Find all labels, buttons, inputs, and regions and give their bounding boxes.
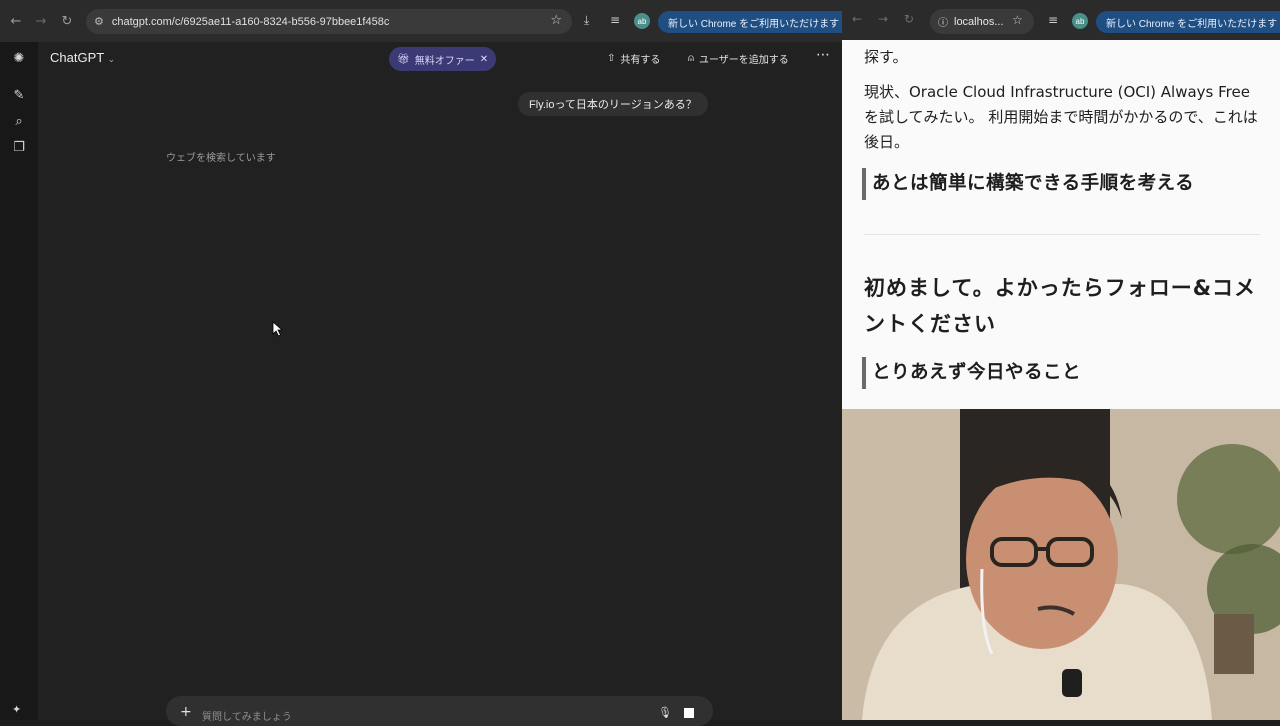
back-icon[interactable]: ← (3, 8, 29, 34)
site-settings-icon[interactable]: ⚙ (94, 15, 104, 28)
gift-icon: 🎁︎ (397, 53, 410, 65)
article-title: 初めまして。よかったらフォロー&コメントください (864, 276, 1257, 336)
share-icon: ⇧ (607, 53, 616, 64)
chrome-update-button[interactable]: 新しい Chrome をご利用いただけます ⋮ (1096, 11, 1280, 33)
bookmark-star-icon[interactable]: ☆ (1012, 13, 1023, 27)
chevron-down-icon: ⌄ (107, 54, 116, 64)
url-text-right: localhos... (954, 15, 1004, 28)
url-text: chatgpt.com/c/6925ae11-a160-8324-b556-97… (111, 15, 390, 28)
new-chat-icon[interactable]: ✎ (10, 86, 28, 104)
paragraph-fragment: 探す。 (864, 48, 908, 66)
divider (864, 234, 1260, 235)
download-icon[interactable]: ⤓ (584, 13, 589, 28)
blog-content: 探す。 現状、Oracle Cloud Infrastructure (OCI)… (842, 40, 1280, 409)
composer-input[interactable]: 質問してみましょう (202, 708, 292, 723)
add-user-button[interactable]: ⍝ ユーザーを追加する (688, 51, 789, 66)
openai-logo-icon[interactable]: ✺ (10, 49, 28, 67)
profile-avatar[interactable]: ab (1072, 13, 1088, 29)
tab-search-icon[interactable]: ≡ (610, 13, 620, 27)
bookmark-star-icon[interactable]: ☆ (550, 13, 562, 28)
paragraph-oci: 現状、Oracle Cloud Infrastructure (OCI) Alw… (864, 83, 1258, 151)
mouse-cursor-icon (272, 321, 284, 337)
chrome-update-button[interactable]: 新しい Chrome をご利用いただけます ⋮ (658, 11, 866, 33)
library-icon[interactable]: ❐ (10, 138, 28, 156)
webcam-overlay (842, 409, 1280, 720)
address-bar[interactable]: ⚙ chatgpt.com/c/6925ae11-a160-8324-b556-… (86, 9, 572, 34)
add-user-label: ユーザーを追加する (699, 55, 789, 66)
chrome-update-label: 新しい Chrome をご利用いただけます (668, 18, 840, 30)
section-heading: あとは簡単に構築できる手順を考える (862, 168, 1194, 200)
share-button[interactable]: ⇧ 共有する (607, 51, 660, 66)
browser-toolbar: ← → ↻ ⚙ chatgpt.com/c/6925ae11-a160-8324… (0, 0, 866, 42)
chrome-update-label: 新しい Chrome をご利用いただけます (1106, 18, 1278, 30)
close-icon[interactable]: ✕ (480, 54, 488, 65)
reload-icon[interactable]: ↻ (54, 8, 80, 34)
plus-icon[interactable]: + (180, 704, 192, 720)
message-composer[interactable]: + 質問してみましょう 🎙︎ (166, 696, 713, 726)
model-selector-label: ChatGPT (50, 50, 104, 65)
chatgpt-window: ← → ↻ ⚙ chatgpt.com/c/6925ae11-a160-8324… (0, 0, 866, 726)
reload-icon[interactable]: ↻ (904, 12, 914, 26)
microphone-icon[interactable]: 🎙︎ (658, 706, 672, 719)
user-message-bubble: Fly.ioって日本のリージョンある？ (518, 92, 708, 116)
webcam-image (842, 409, 1280, 720)
free-offer-label: 無料オファー (414, 55, 475, 67)
profile-avatar[interactable]: ab (634, 13, 650, 29)
search-status-text: ウェブを検索しています (166, 153, 276, 164)
add-user-icon: ⍝ (688, 53, 694, 64)
forward-icon[interactable]: → (28, 8, 54, 34)
free-offer-badge[interactable]: 🎁︎ 無料オファー ✕ (389, 47, 497, 71)
blog-window: ← → ↻ ⓘ localhos... ☆ ≡ ab 新しい Chrome をご… (842, 0, 1280, 720)
info-icon[interactable]: ⓘ (938, 14, 948, 29)
stop-button[interactable] (684, 708, 694, 718)
sidebar-rail: ✺ ✎ ⌕ ❐ (0, 42, 38, 720)
more-options-icon[interactable]: ⋯ (816, 47, 830, 63)
search-icon[interactable]: ⌕ (10, 112, 28, 130)
forward-icon[interactable]: → (878, 12, 888, 26)
browser-toolbar-right: ← → ↻ ⓘ localhos... ☆ ≡ ab 新しい Chrome をご… (842, 0, 1280, 40)
model-selector[interactable]: ChatGPT ⌄ (50, 50, 115, 65)
section-heading: とりあえず今日やること (862, 357, 1081, 389)
chat-header: ChatGPT ⌄ 🎁︎ 無料オファー ✕ ⇧ 共有する ⍝ ユーザーを追加する… (38, 42, 842, 76)
share-label: 共有する (620, 55, 661, 66)
back-icon[interactable]: ← (852, 12, 862, 26)
sparkle-icon[interactable]: ✦ (12, 703, 21, 716)
tab-search-icon[interactable]: ≡ (1048, 13, 1058, 27)
